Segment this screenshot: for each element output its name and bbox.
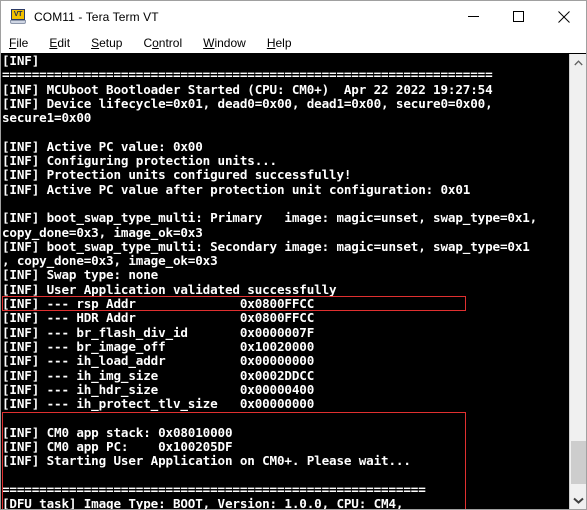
- scrollbar-track[interactable]: [570, 71, 587, 492]
- terminal-screen: [INF] ===================================…: [1, 54, 569, 509]
- terminal-line: [INF] Device lifecycle=0x01, dead0=0x00,…: [2, 95, 493, 111]
- menu-bar: File Edit Setup Control Window Help: [1, 32, 586, 53]
- terminal-output[interactable]: [INF] ===================================…: [1, 54, 569, 509]
- terminal-line: [INF] Configuring protection units...: [2, 153, 277, 169]
- terminal-line: copy_done=0x3, image_ok=0x3: [2, 224, 203, 240]
- terminal-area: [INF] ===================================…: [1, 53, 586, 509]
- title-bar[interactable]: VT COM11 - Tera Term VT: [1, 1, 586, 32]
- menu-item-help[interactable]: Help: [267, 36, 292, 50]
- chevron-up-icon[interactable]: [570, 54, 587, 71]
- terminal-line: [INF] --- ih_protect_tlv_size 0x00000000: [2, 396, 315, 412]
- menu-item-control[interactable]: Control: [143, 36, 182, 50]
- terminal-line: secure1=0x00: [2, 110, 92, 126]
- terminal-line: , copy_done=0x3, image_ok=0x3: [2, 253, 218, 269]
- terminal-line: [INF] CM0 app PC: 0x100205DF: [2, 439, 233, 455]
- terminal-line: [INF] CM0 app stack: 0x08010000: [2, 424, 233, 440]
- terminal-line: [INF] boot_swap_type_multi: Secondary im…: [2, 238, 530, 254]
- terminal-line: [INF] Swap type: none: [2, 267, 159, 283]
- close-button[interactable]: [541, 1, 586, 32]
- menu-item-file[interactable]: File: [9, 36, 28, 50]
- maximize-button[interactable]: [496, 1, 541, 32]
- terminal-line: [INF] --- HDR Addr 0x0800FFCC: [2, 310, 315, 326]
- terminal-line: [INF] Protection units configured succes…: [2, 167, 352, 183]
- terminal-scrollbar[interactable]: [569, 54, 586, 509]
- terminal-line: [INF] --- ih_hdr_size 0x00000400: [2, 381, 315, 397]
- terminal-line: [INF]: [2, 54, 40, 68]
- terminal-line: [INF] --- br_flash_div_id 0x0000007F: [2, 324, 315, 340]
- menu-item-edit[interactable]: Edit: [49, 36, 70, 50]
- menu-item-setup[interactable]: Setup: [91, 36, 122, 50]
- terminal-line: [INF] Active PC value: 0x00: [2, 138, 203, 154]
- minimize-button[interactable]: [451, 1, 496, 32]
- terminal-line: [INF] --- br_image_off 0x10020000: [2, 338, 315, 354]
- terminal-line: [INF] User Application validated success…: [2, 281, 337, 297]
- terminal-line: [INF] Active PC value after protection u…: [2, 181, 471, 197]
- terminal-line: [INF] boot_swap_type_multi: Primary imag…: [2, 210, 538, 226]
- window-controls: [451, 1, 586, 32]
- terminal-line: [INF] MCUboot Bootloader Started (CPU: C…: [2, 81, 493, 97]
- terminal-line: ========================================…: [2, 67, 493, 83]
- terminal-line: [INF] Starting User Application on CM0+.…: [2, 453, 411, 469]
- terminal-vt-icon: VT: [10, 8, 26, 25]
- window-title: COM11 - Tera Term VT: [34, 9, 159, 24]
- terminal-line: [INF] --- ih_img_size 0x0002DDCC: [2, 367, 315, 383]
- terminal-line: [DFU task] Image Type: BOOT, Version: 1.…: [2, 496, 404, 509]
- scrollbar-thumb[interactable]: [570, 441, 586, 484]
- tera-term-window: VT COM11 - Tera Term VT File Edit Setup …: [0, 0, 587, 510]
- menu-item-window[interactable]: Window: [203, 36, 246, 50]
- chevron-down-icon[interactable]: [570, 492, 587, 509]
- terminal-line: [INF] --- ih_load_addr 0x00000000: [2, 353, 315, 369]
- terminal-line: [INF] --- rsp Addr 0x0800FFCC: [2, 296, 315, 312]
- terminal-line: ========================================…: [2, 481, 426, 497]
